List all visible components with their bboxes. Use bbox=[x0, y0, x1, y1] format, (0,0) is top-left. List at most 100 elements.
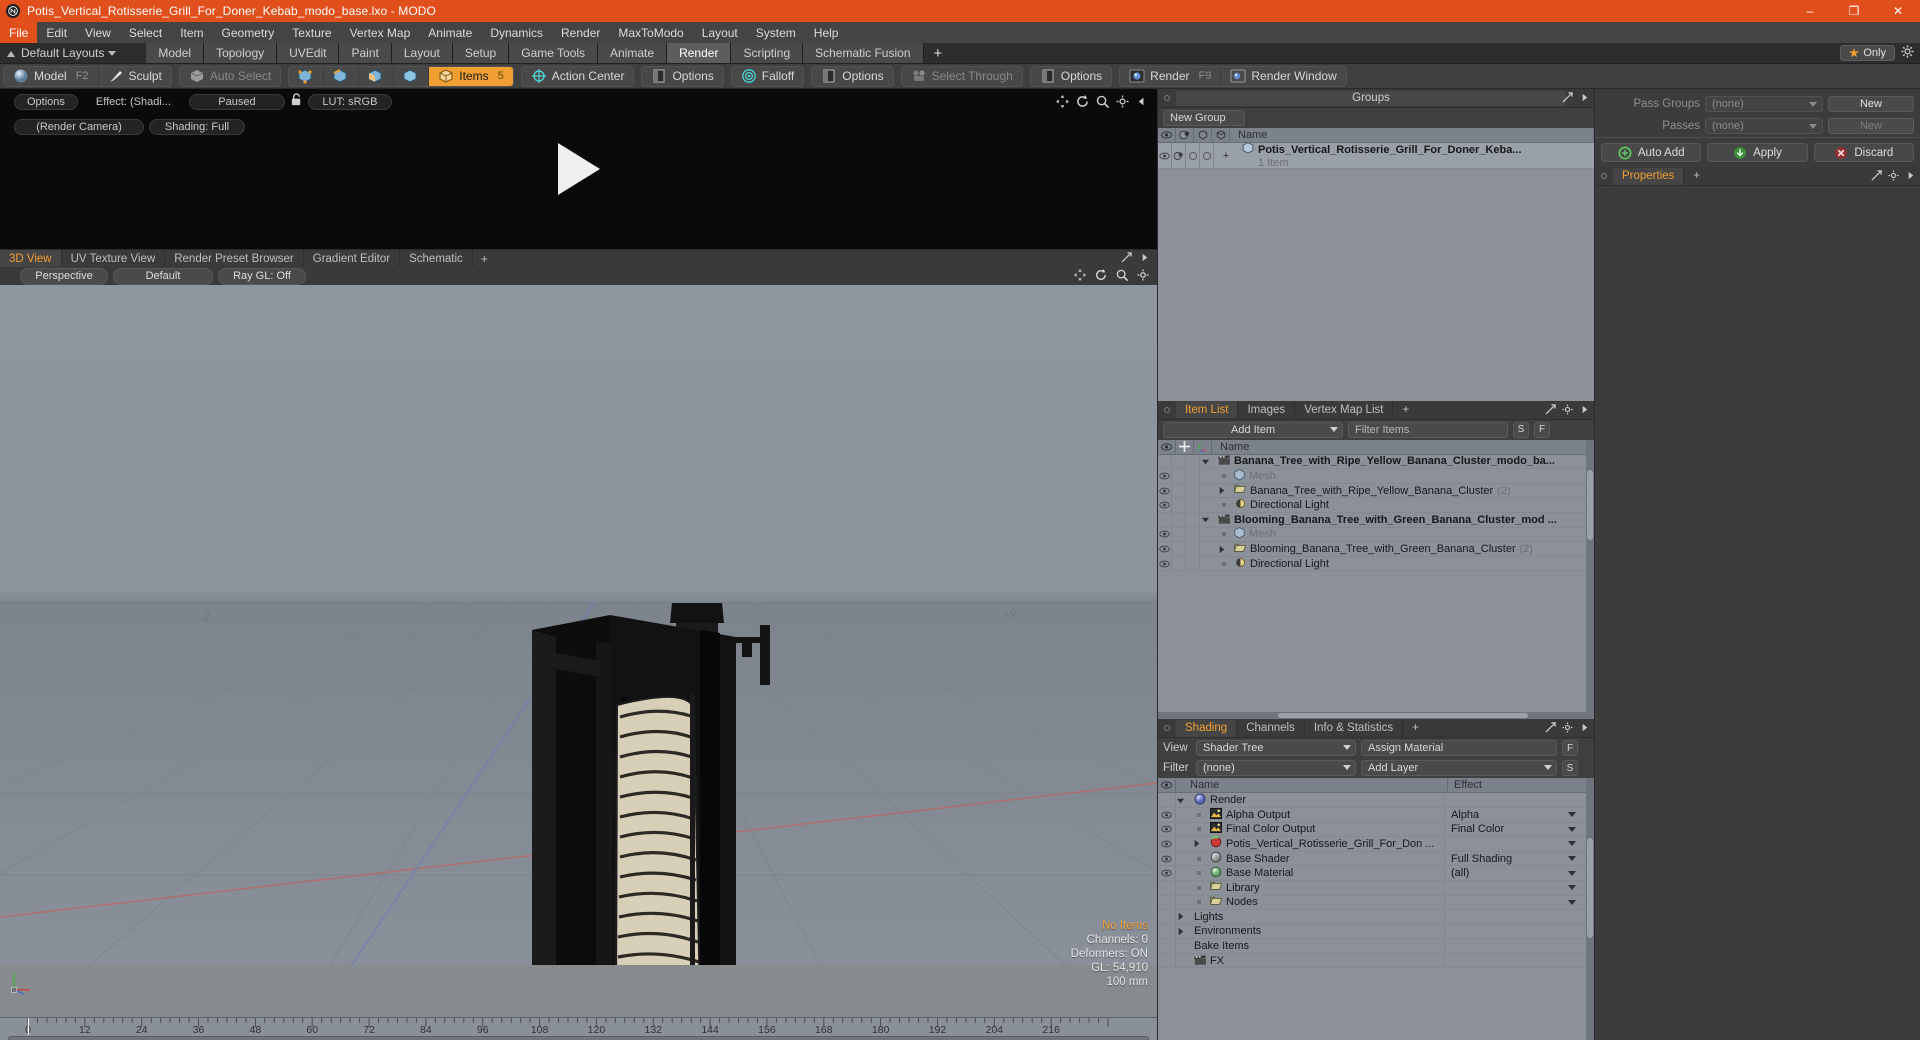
menu-item-geometry[interactable]: Geometry bbox=[213, 22, 284, 43]
preview-lut-button[interactable]: LUT: sRGB bbox=[307, 93, 392, 110]
shader-tree-row[interactable]: Nodes bbox=[1158, 895, 1594, 911]
shader-effect-cell[interactable]: (all) bbox=[1444, 866, 1594, 880]
menu-item-file[interactable]: File bbox=[0, 22, 38, 43]
toolbar-render-window[interactable]: Render Window bbox=[1221, 67, 1345, 86]
viewport-tabs-menu-arrow-icon[interactable] bbox=[1139, 252, 1150, 266]
menu-item-edit[interactable]: Edit bbox=[37, 22, 76, 43]
item-list-expand-icon[interactable] bbox=[1545, 403, 1556, 418]
panel-collapse-dot-icon[interactable] bbox=[1164, 95, 1170, 101]
preview-shading-button[interactable]: Shading: Full bbox=[149, 119, 245, 135]
row-move-toggle[interactable] bbox=[1172, 513, 1186, 527]
row-eye-toggle[interactable] bbox=[1158, 851, 1176, 866]
chevron-down-icon[interactable] bbox=[1568, 870, 1576, 876]
menu-item-item[interactable]: Item bbox=[171, 22, 212, 43]
row-expander[interactable] bbox=[1200, 532, 1230, 537]
row-expander[interactable] bbox=[1176, 885, 1206, 890]
row-eye-toggle[interactable] bbox=[1158, 924, 1176, 939]
render-preview-viewport[interactable]: Options Effect: (Shadi... Paused LUT: sR… bbox=[0, 89, 1157, 249]
toolbar-sculpt[interactable]: Sculpt bbox=[99, 67, 171, 86]
add-item-caret-icon[interactable] bbox=[1330, 426, 1338, 432]
add-layer-select[interactable]: Add Layer bbox=[1361, 760, 1557, 777]
shading-s-button[interactable]: S bbox=[1562, 760, 1578, 777]
preview-effect-button[interactable]: Effect: (Shadi... bbox=[83, 94, 184, 110]
filter-items-input[interactable]: Filter Items bbox=[1348, 421, 1508, 438]
row-move-toggle[interactable] bbox=[1172, 483, 1186, 498]
collapse-arrow-icon[interactable] bbox=[6, 48, 16, 58]
shader-tree-row[interactable]: Bake Items bbox=[1158, 939, 1594, 954]
row-axis-toggle[interactable] bbox=[1186, 556, 1200, 571]
layout-tab-uvedit[interactable]: UVEdit bbox=[277, 43, 340, 63]
chevron-down-icon[interactable] bbox=[1568, 841, 1576, 847]
col-axis-icon[interactable] bbox=[1194, 439, 1212, 454]
toolbar-options[interactable]: Options bbox=[1031, 67, 1111, 86]
item-list-row[interactable]: Blooming_Banana_Tree_with_Green_Banana_C… bbox=[1158, 513, 1594, 528]
viewport-gear-icon[interactable] bbox=[1137, 269, 1149, 284]
col-lock1-icon[interactable] bbox=[1194, 128, 1212, 142]
layout-tab-schematic-fusion[interactable]: Schematic Fusion bbox=[803, 43, 924, 63]
shader-effect-cell[interactable] bbox=[1444, 924, 1594, 939]
chevron-down-icon[interactable] bbox=[1343, 765, 1351, 771]
shader-effect-cell[interactable] bbox=[1444, 939, 1594, 953]
viewport-tab-render-preset-browser[interactable]: Render Preset Browser bbox=[165, 250, 304, 267]
row-axis-toggle[interactable] bbox=[1186, 454, 1200, 469]
row-expander[interactable] bbox=[1176, 871, 1206, 876]
item-list-row[interactable]: Blooming_Banana_Tree_with_Green_Banana_C… bbox=[1158, 542, 1594, 557]
shading-f-button[interactable]: F bbox=[1562, 740, 1578, 757]
row-eye-toggle[interactable] bbox=[1158, 910, 1176, 924]
item-list-scrollbar-vertical[interactable] bbox=[1586, 439, 1594, 713]
viewport-shading-style-button[interactable]: Default bbox=[113, 268, 213, 285]
row-shade-toggle[interactable] bbox=[1172, 143, 1186, 168]
chevron-down-icon[interactable] bbox=[1568, 826, 1576, 832]
row-expander[interactable] bbox=[1176, 856, 1206, 861]
chevron-down-icon[interactable] bbox=[1544, 765, 1552, 771]
timeline[interactable]: 0122436486072849610812013214415616818019… bbox=[0, 1017, 1157, 1040]
shading-view-select[interactable]: Shader Tree bbox=[1196, 740, 1356, 757]
layout-tab-paint[interactable]: Paint bbox=[339, 43, 392, 63]
toolbar-action-center[interactable]: Action Center bbox=[522, 67, 634, 86]
shading-menu-arrow-icon[interactable] bbox=[1579, 722, 1590, 736]
row-eye-toggle[interactable] bbox=[1158, 454, 1172, 469]
properties-menu-arrow-icon[interactable] bbox=[1905, 170, 1916, 184]
layout-tab-render[interactable]: Render bbox=[667, 43, 732, 63]
only-button[interactable]: Only bbox=[1840, 45, 1895, 61]
shader-tree-row[interactable]: Render bbox=[1158, 793, 1594, 808]
item-list-gear-icon[interactable] bbox=[1562, 404, 1573, 418]
menu-item-layout[interactable]: Layout bbox=[693, 22, 747, 43]
menu-item-vertex-map[interactable]: Vertex Map bbox=[341, 22, 420, 43]
viewport-pan-icon[interactable] bbox=[1074, 269, 1086, 284]
menu-item-animate[interactable]: Animate bbox=[419, 22, 481, 43]
item-list-f-button[interactable]: F bbox=[1534, 421, 1550, 438]
toolbar-options[interactable]: Options bbox=[642, 67, 722, 86]
row-expander[interactable] bbox=[1200, 457, 1214, 466]
toolbar-material-select-icon[interactable] bbox=[394, 66, 430, 86]
row-eye-toggle[interactable] bbox=[1158, 866, 1176, 880]
col-eye-icon[interactable] bbox=[1158, 439, 1176, 454]
properties-tab-properties[interactable]: Properties bbox=[1613, 167, 1685, 185]
layout-tab-topology[interactable]: Topology bbox=[204, 43, 278, 63]
viewport-tab-gradient-editor[interactable]: Gradient Editor bbox=[304, 250, 401, 267]
row-eye-toggle[interactable] bbox=[1158, 143, 1172, 168]
col-shade-icon[interactable] bbox=[1176, 128, 1194, 142]
row-expander[interactable] bbox=[1176, 912, 1190, 921]
menu-item-render[interactable]: Render bbox=[552, 22, 609, 43]
item-list-row[interactable]: Mesh bbox=[1158, 527, 1594, 543]
row-expander[interactable] bbox=[1200, 474, 1230, 479]
row-expander[interactable] bbox=[1176, 900, 1206, 905]
menu-item-help[interactable]: Help bbox=[805, 22, 848, 43]
item-list-scrollbar-horizontal[interactable] bbox=[1158, 712, 1594, 720]
groups-tree[interactable]: Name + Potis_Vertical_Rotisserie_Grill_Fo… bbox=[1158, 128, 1594, 401]
apply-button[interactable]: Apply bbox=[1707, 143, 1808, 162]
toolbar-select-through[interactable]: Select Through bbox=[902, 67, 1022, 86]
row-eye-toggle[interactable] bbox=[1158, 793, 1176, 807]
row-move-toggle[interactable] bbox=[1172, 469, 1186, 483]
menu-item-maxtomodo[interactable]: MaxToModo bbox=[609, 22, 692, 43]
item-list-tab-images[interactable]: Images bbox=[1238, 401, 1296, 419]
row-expander[interactable] bbox=[1176, 927, 1190, 936]
3d-viewport[interactable]: -Z +X No Items Channels: 0 Deformers: ON… bbox=[0, 285, 1157, 1017]
gear-icon[interactable] bbox=[1901, 45, 1914, 61]
pass-groups-new-button[interactable]: New bbox=[1828, 96, 1914, 112]
add-layout-tab-button[interactable]: + bbox=[923, 43, 953, 63]
shader-tree-row[interactable]: Environments bbox=[1158, 924, 1594, 940]
row-eye-toggle[interactable] bbox=[1158, 822, 1176, 837]
layout-tab-model[interactable]: Model bbox=[146, 43, 205, 63]
